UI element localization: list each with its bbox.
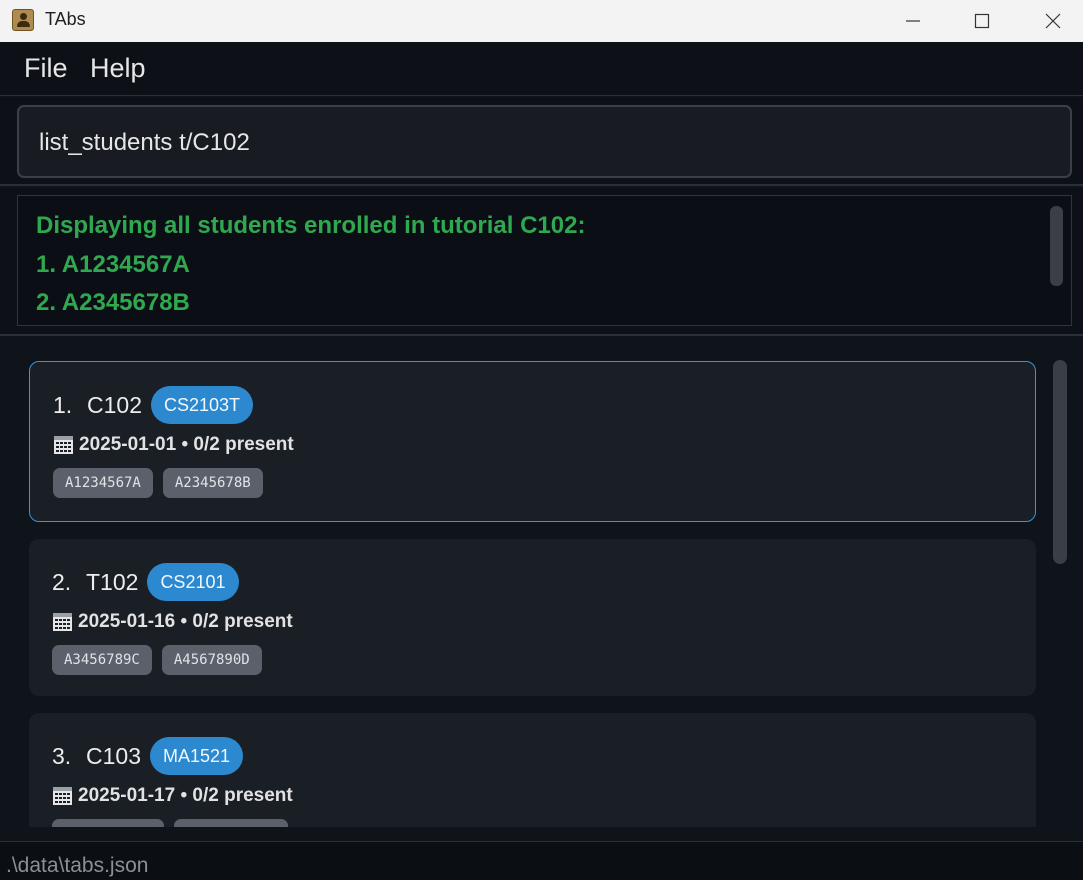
title-bar: TAbs [0, 0, 1083, 42]
close-icon [1045, 13, 1061, 29]
student-tag: A4567890D [161, 645, 262, 675]
card-header: 2. T102 CS2101 [52, 562, 239, 602]
minimize-button[interactable] [878, 0, 948, 42]
card-header: 1. C102 CS2103T [53, 385, 254, 425]
tutorial-card[interactable]: 1. C102 CS2103T 2025-01-01 • 0/2 present… [29, 361, 1036, 522]
student-tag: A1234567A [53, 468, 153, 498]
tutorial-name: T102 [86, 568, 139, 595]
module-tag: CS2103T [150, 386, 254, 424]
command-input-value: list_students t/C102 [39, 129, 250, 156]
module-tag: CS2101 [147, 563, 239, 601]
menu-file[interactable]: File [24, 53, 68, 84]
list-scrollbar[interactable] [1053, 360, 1067, 564]
module-tag: MA1521 [149, 737, 244, 775]
result-line: Displaying all students enrolled in tuto… [36, 212, 586, 239]
menu-bar: File Help [0, 42, 1083, 96]
attendance-summary: • 0/2 present [181, 434, 294, 455]
student-tag: A3456789C [52, 645, 152, 675]
calendar-icon [53, 787, 72, 805]
result-display[interactable]: Displaying all students enrolled in tuto… [17, 195, 1072, 326]
maximize-button[interactable] [947, 0, 1017, 42]
tutorial-date: 2025-01-17 [78, 785, 176, 806]
minimize-icon [906, 20, 920, 22]
maximize-icon [974, 13, 990, 29]
tutorial-name: C102 [87, 391, 142, 418]
card-header: 3. C103 MA1521 [52, 736, 244, 776]
command-area: list_students t/C102 [0, 97, 1083, 186]
address-book-icon [12, 9, 34, 31]
tutorial-date: 2025-01-01 [79, 434, 177, 455]
tutorial-name: C103 [86, 742, 141, 769]
data-file-path: .\data\tabs.json [6, 854, 149, 877]
student-tag [174, 819, 288, 827]
card-details: 2025-01-01 • 0/2 present [53, 434, 294, 456]
status-bar: .\data\tabs.json [0, 841, 1083, 880]
result-line: 1. A1234567A [36, 251, 190, 278]
card-index: 1. [53, 391, 73, 418]
student-tags [52, 819, 298, 827]
tutorial-list: 1. C102 CS2103T 2025-01-01 • 0/2 present… [0, 338, 1083, 827]
result-line: 2. A2345678B [36, 289, 190, 316]
calendar-icon [53, 613, 72, 631]
attendance-summary: • 0/2 present [180, 785, 293, 806]
card-index: 2. [52, 568, 72, 595]
tutorial-date: 2025-01-16 [78, 611, 176, 632]
command-input[interactable]: list_students t/C102 [17, 105, 1072, 178]
student-tag: A2345678B [162, 468, 263, 498]
student-tags: A1234567A A2345678B [53, 468, 273, 498]
card-index: 3. [52, 742, 72, 769]
student-tag [52, 819, 164, 827]
result-scrollbar[interactable] [1050, 206, 1063, 286]
attendance-summary: • 0/2 present [180, 611, 293, 632]
card-details: 2025-01-17 • 0/2 present [52, 785, 293, 807]
close-button[interactable] [1018, 0, 1083, 42]
card-details: 2025-01-16 • 0/2 present [52, 611, 293, 633]
tutorial-card[interactable]: 2. T102 CS2101 2025-01-16 • 0/2 present … [29, 539, 1036, 696]
window-title: TAbs [45, 9, 86, 29]
student-tags: A3456789C A4567890D [52, 645, 272, 675]
tutorial-card[interactable]: 3. C103 MA1521 2025-01-17 • 0/2 present [29, 713, 1036, 827]
calendar-icon [54, 436, 73, 454]
result-area: Displaying all students enrolled in tuto… [0, 188, 1083, 336]
menu-help[interactable]: Help [90, 53, 146, 84]
